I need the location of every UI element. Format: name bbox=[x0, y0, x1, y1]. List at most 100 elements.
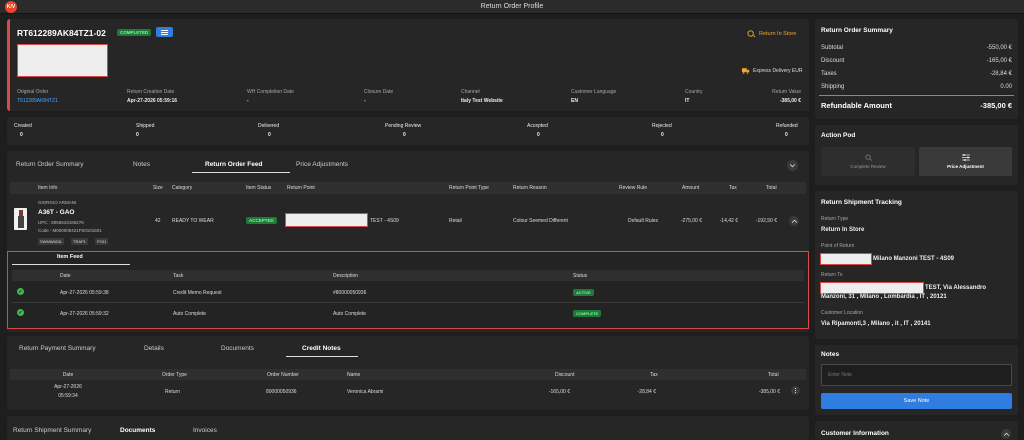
col-header: Tax bbox=[729, 185, 737, 191]
complete-review-label: Complete Review bbox=[850, 164, 886, 169]
refundable-label: Refundable Amount bbox=[821, 101, 892, 110]
point-of-return-label: Point of Return bbox=[821, 243, 855, 249]
menu-icon-line bbox=[161, 33, 168, 35]
col-header: Date bbox=[60, 273, 71, 279]
summary-label: Discount bbox=[821, 58, 845, 64]
item-feed-tab-underline bbox=[12, 264, 130, 265]
redacted-image bbox=[17, 44, 108, 77]
field-value: IT bbox=[685, 98, 690, 104]
tab-shipment-documents[interactable]: Documents bbox=[120, 427, 155, 434]
credit-time: 05:59:34 bbox=[58, 393, 78, 399]
item-tag: TRAP1 bbox=[71, 238, 88, 245]
return-point-type: Retail bbox=[449, 218, 462, 224]
item-feed-header bbox=[12, 270, 804, 281]
check-icon: ✓ bbox=[17, 309, 24, 316]
field-label: Country bbox=[685, 89, 703, 95]
customer-info-title: Customer Information bbox=[821, 430, 889, 437]
chevron-up-icon bbox=[1003, 432, 1009, 436]
feed-desc: #80000050936 bbox=[333, 290, 367, 296]
field-label: Closure Date bbox=[364, 89, 394, 95]
redacted-return-to bbox=[820, 282, 924, 294]
item-total: -192,50 € bbox=[755, 218, 777, 224]
tab-details[interactable]: Details bbox=[144, 345, 164, 352]
summary-label: Shipping bbox=[821, 84, 845, 90]
tab-return-order-feed[interactable]: Return Order Feed bbox=[205, 161, 262, 168]
item-name[interactable]: A36T - GAO bbox=[38, 209, 74, 216]
field-label: Customer Language bbox=[571, 89, 617, 95]
field-label: WH Completion Date bbox=[247, 89, 294, 95]
feed-date: Apr-27-2026 05:59:32 bbox=[60, 311, 109, 317]
menu-icon-line bbox=[161, 31, 168, 33]
field-value: EN bbox=[571, 98, 578, 104]
col-header: Task bbox=[173, 273, 184, 279]
credit-date: Apr-27-2026 bbox=[54, 384, 82, 390]
col-header: Tax bbox=[650, 372, 658, 378]
count-value: 0 bbox=[268, 132, 271, 138]
product-thumbnail bbox=[14, 208, 27, 230]
price-adjustment-button[interactable]: Price Adjustment bbox=[919, 147, 1012, 176]
check-icon: ✓ bbox=[17, 288, 24, 295]
item-upc: UPC : 8056643186276 bbox=[38, 220, 84, 225]
store-return-link[interactable]: Return In Store bbox=[747, 29, 796, 38]
original-order-link[interactable]: T612289AK84TZ1 bbox=[17, 98, 58, 104]
col-header: Total bbox=[768, 372, 779, 378]
summary-value: -550,00 € bbox=[986, 45, 1012, 51]
return-type-value: Return In Store bbox=[821, 227, 865, 233]
summary-value: -165,00 € bbox=[986, 58, 1012, 64]
summary-title: Return Order Summary bbox=[821, 27, 893, 34]
note-input[interactable] bbox=[821, 364, 1012, 386]
row-divider bbox=[12, 302, 804, 303]
truck-icon bbox=[742, 68, 750, 74]
page-title: Return Order Profile bbox=[480, 3, 544, 10]
count-label: Created bbox=[14, 123, 32, 129]
feed-task: Credit Memo Request bbox=[173, 290, 222, 296]
save-note-button[interactable]: Save Note bbox=[821, 393, 1012, 409]
collapse-button[interactable] bbox=[787, 160, 798, 171]
credit-discount: -165,00 € bbox=[548, 389, 570, 395]
tab-invoices[interactable]: Invoices bbox=[193, 427, 217, 434]
customer-info-toggle[interactable] bbox=[1001, 429, 1011, 439]
feed-status-badge: COMPLETE bbox=[573, 310, 602, 317]
count-label: Rejected bbox=[652, 123, 672, 129]
col-header: Amount bbox=[682, 185, 700, 191]
tab-return-shipment-summary[interactable]: Return Shipment Summary bbox=[13, 427, 91, 434]
feed-task: Auto Complete bbox=[173, 311, 207, 317]
feed-status-badge: ACTIVE bbox=[573, 289, 594, 296]
count-value: 0 bbox=[785, 132, 788, 138]
kebab-icon-dot bbox=[795, 390, 796, 391]
tab-documents[interactable]: Documents bbox=[221, 345, 254, 352]
tab-credit-notes[interactable]: Credit Notes bbox=[302, 345, 341, 352]
return-to-label: Return To bbox=[821, 272, 843, 278]
menu-button[interactable] bbox=[156, 27, 173, 37]
action-pod-title: Action Pod bbox=[821, 132, 856, 139]
tab-return-payment-summary[interactable]: Return Payment Summary bbox=[19, 345, 96, 352]
row-expand-button[interactable] bbox=[789, 216, 799, 226]
return-to-value-line2: Manzoni, 31 , Milano , Lombardia , IT , … bbox=[821, 294, 947, 300]
col-header: Return Point bbox=[287, 185, 315, 191]
item-category: READY TO WEAR bbox=[172, 218, 214, 224]
active-tab-underline bbox=[286, 356, 358, 357]
col-header: Order Number bbox=[267, 372, 299, 378]
col-header: Discount bbox=[555, 372, 575, 378]
col-header: Item Info bbox=[38, 185, 58, 191]
count-label: Accepted bbox=[527, 123, 548, 129]
credit-type: Return bbox=[165, 389, 181, 395]
tab-return-order-summary[interactable]: Return Order Summary bbox=[16, 161, 84, 168]
row-actions-button[interactable] bbox=[791, 386, 800, 395]
chevron-down-icon bbox=[790, 163, 795, 167]
col-header: Date bbox=[62, 372, 74, 378]
count-value: 0 bbox=[403, 132, 406, 138]
col-header: Size bbox=[153, 185, 163, 191]
summary-label: Subtotal bbox=[821, 45, 844, 51]
item-tag: SWMWADIL bbox=[38, 238, 65, 245]
complete-review-button[interactable]: Complete Review bbox=[821, 147, 915, 176]
tab-price-adjustments[interactable]: Price Adjustments bbox=[296, 161, 348, 168]
store-icon bbox=[747, 30, 756, 38]
return-to-value: TEST, Via Alessandro bbox=[925, 285, 987, 291]
credit-total: -385,00 € bbox=[758, 389, 780, 395]
tab-notes[interactable]: Notes bbox=[133, 161, 150, 168]
col-header: Status bbox=[573, 273, 588, 279]
item-tax: -14,42 € bbox=[719, 218, 738, 224]
tab-item-feed[interactable]: Item Feed bbox=[57, 254, 83, 260]
item-code: Code : M000009421P20101501 bbox=[38, 228, 102, 233]
